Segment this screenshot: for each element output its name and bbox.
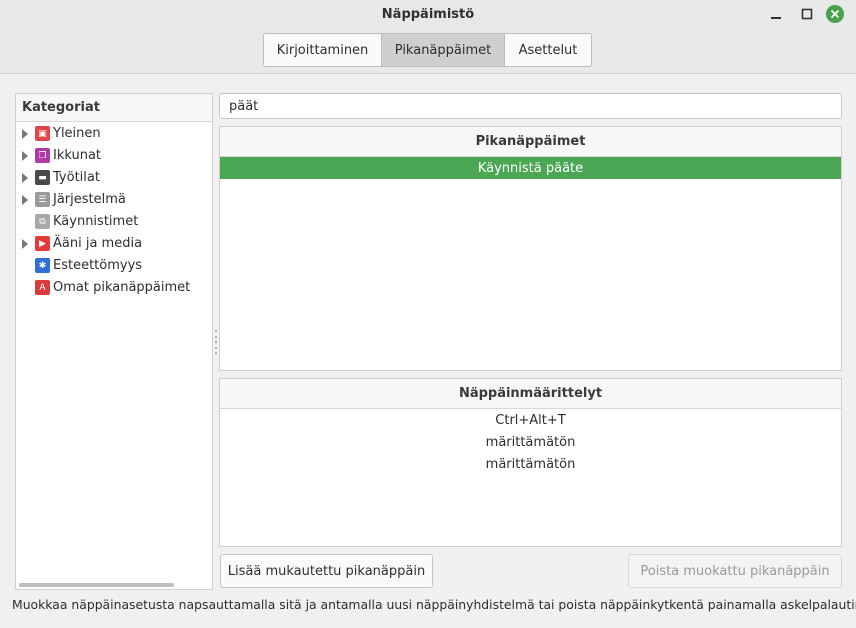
- category-label: Käynnistimet: [53, 214, 139, 229]
- close-icon: [830, 9, 840, 19]
- category-item[interactable]: A Omat pikanäppäimet: [16, 277, 212, 299]
- category-item[interactable]: ▬ Työtilat: [16, 167, 212, 189]
- search-input[interactable]: päät: [219, 93, 842, 119]
- custom-shortcuts-icon: A: [35, 280, 50, 295]
- sound-media-icon: ▶: [35, 236, 50, 251]
- binding-row[interactable]: märittämätön: [220, 453, 841, 475]
- tab-pikanappaimet[interactable]: Pikanäppäimet: [382, 34, 505, 66]
- tab-asettelut[interactable]: Asettelut: [505, 34, 591, 66]
- window-title: Näppäimistö: [381, 7, 475, 22]
- minimize-button[interactable]: [766, 4, 786, 24]
- shortcuts-header: Pikanäppäimet: [220, 127, 841, 157]
- binding-row[interactable]: märittämätön: [220, 431, 841, 453]
- category-label: Yleinen: [53, 126, 101, 141]
- expander-arrow-icon[interactable]: [22, 151, 28, 161]
- horizontal-scrollbar[interactable]: [19, 583, 174, 587]
- add-custom-shortcut-button[interactable]: Lisää mukautettu pikanäppäin: [220, 554, 433, 588]
- category-label: Ikkunat: [53, 148, 102, 163]
- category-label: Työtilat: [53, 170, 100, 185]
- expander-arrow-icon[interactable]: [22, 239, 28, 249]
- categories-panel: Kategoriat ▣ Yleinen ❐ Ikkunat ▬ Työtilat ☰ Jär…: [15, 93, 213, 590]
- maximize-button[interactable]: [797, 4, 817, 24]
- close-button[interactable]: [826, 5, 844, 23]
- category-label: Esteettömyys: [53, 258, 143, 273]
- minimize-icon: [771, 17, 781, 19]
- category-item[interactable]: ☰ Järjestelmä: [16, 189, 212, 211]
- tab-kirjoittaminen[interactable]: Kirjoittaminen: [264, 34, 382, 66]
- help-text: Muokkaa näppäinasetusta napsauttamalla s…: [12, 597, 856, 612]
- maximize-icon: [801, 8, 813, 20]
- shortcut-row[interactable]: Käynnistä pääte: [220, 157, 841, 179]
- category-item[interactable]: ▶ Ääni ja media: [16, 233, 212, 255]
- tab-bar: Kirjoittaminen Pikanäppäimet Asettelut: [263, 33, 592, 67]
- shortcuts-panel: Pikanäppäimet Käynnistä pääte: [219, 126, 842, 371]
- pane-splitter[interactable]: [215, 330, 217, 354]
- expander-arrow-icon[interactable]: [22, 129, 28, 139]
- system-icon: ☰: [35, 192, 50, 207]
- remove-custom-shortcut-button[interactable]: Poista muokattu pikanäppäin: [628, 554, 842, 588]
- bindings-header: Näppäinmäärittelyt: [220, 379, 841, 409]
- category-label: Omat pikanäppäimet: [53, 280, 191, 295]
- expander-arrow-icon[interactable]: [22, 173, 28, 183]
- category-item[interactable]: ⧉ Käynnistimet: [16, 211, 212, 233]
- category-label: Järjestelmä: [53, 192, 126, 207]
- windows-icon: ❐: [35, 148, 50, 163]
- workspaces-icon: ▬: [35, 170, 50, 185]
- expander-arrow-icon[interactable]: [22, 195, 28, 205]
- general-icon: ▣: [35, 126, 50, 141]
- categories-header: Kategoriat: [16, 94, 212, 122]
- category-item[interactable]: ✱ Esteettömyys: [16, 255, 212, 277]
- category-label: Ääni ja media: [53, 236, 143, 251]
- accessibility-icon: ✱: [35, 258, 50, 273]
- launchers-icon: ⧉: [35, 214, 50, 229]
- binding-row[interactable]: Ctrl+Alt+T: [220, 409, 841, 431]
- bindings-panel: Näppäinmäärittelyt Ctrl+Alt+T märittämät…: [219, 378, 842, 547]
- categories-list: ▣ Yleinen ❐ Ikkunat ▬ Työtilat ☰ Järjestelmä ⧉ Kä…: [16, 122, 212, 299]
- category-item[interactable]: ❐ Ikkunat: [16, 145, 212, 167]
- title-bar: Näppäimistö Kirjoittaminen Pikanäppäimet…: [0, 0, 856, 74]
- category-item[interactable]: ▣ Yleinen: [16, 123, 212, 145]
